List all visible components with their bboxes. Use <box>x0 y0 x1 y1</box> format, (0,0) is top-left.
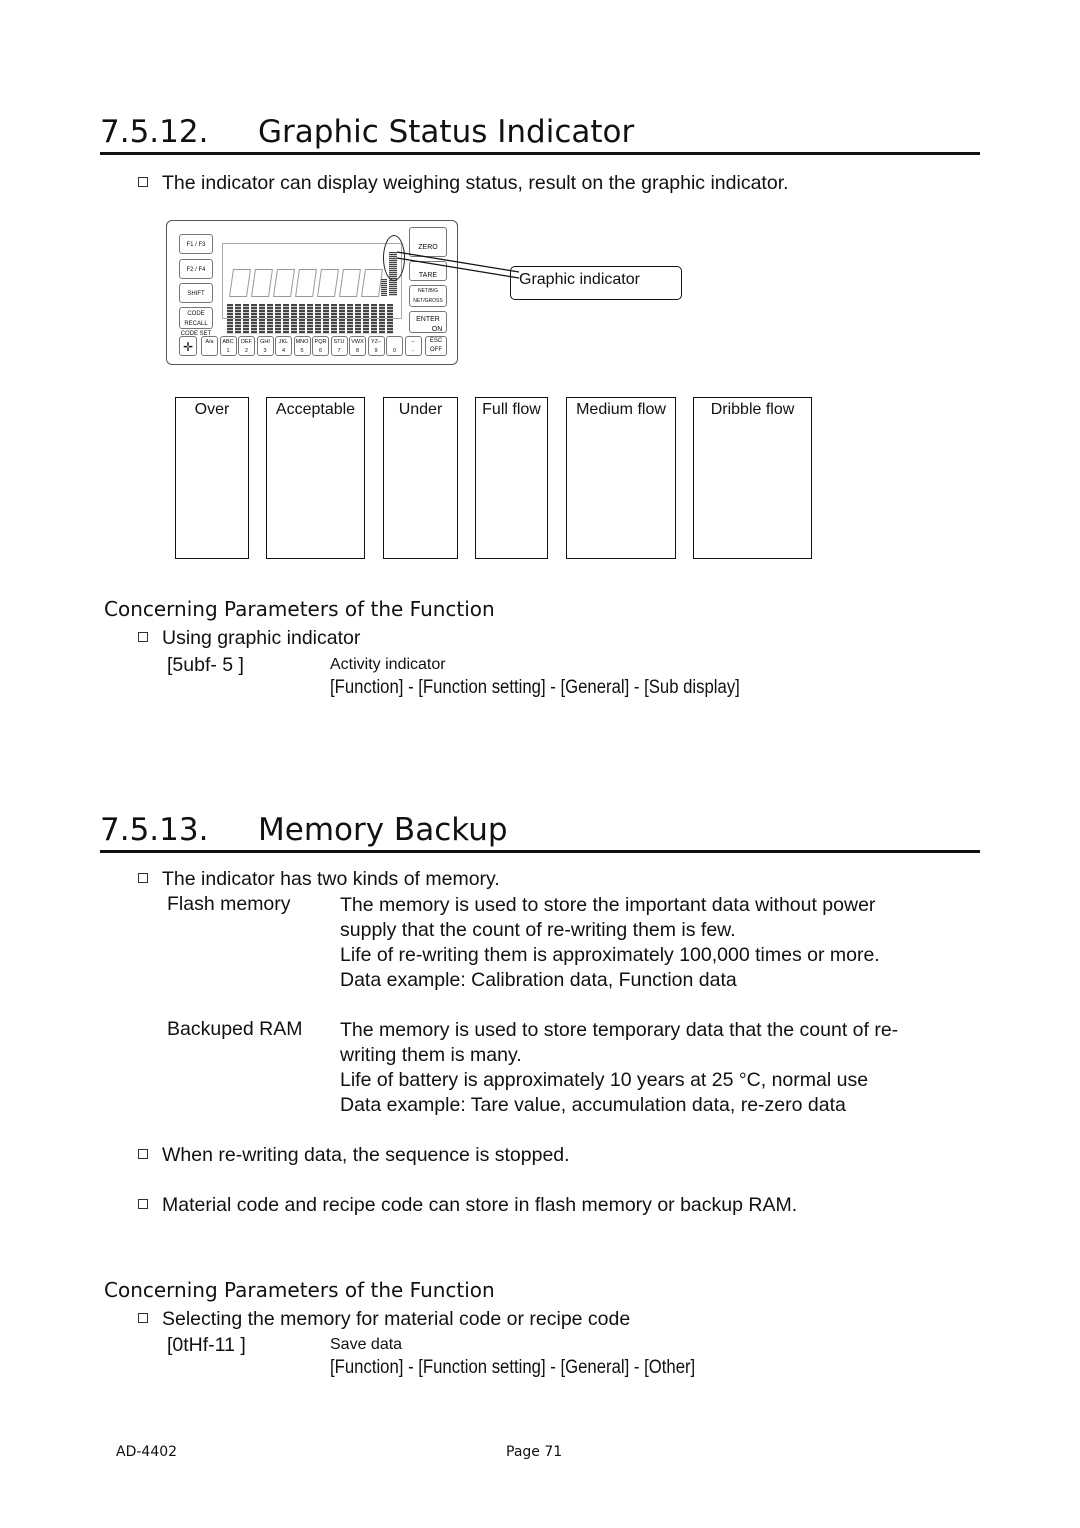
flash-label: Flash memory <box>167 893 291 915</box>
ram-label: Backuped RAM <box>167 1018 303 1040</box>
alpha-key: A/a <box>201 336 218 356</box>
status-box-under: Under <box>383 397 458 559</box>
param-code: [5ubf- 5 ] <box>167 654 244 676</box>
alpha-key: YZ– 9 <box>367 336 385 356</box>
arrow-key-icon: ✛ <box>179 336 197 356</box>
status-box-acceptable: Acceptable <box>266 397 365 559</box>
flash-description: The memory is used to store the importan… <box>340 894 880 991</box>
alpha-key: DEF 2 <box>238 336 255 356</box>
key-enter: ENTER ON <box>409 311 447 333</box>
bullet-icon <box>138 1148 148 1159</box>
ram-description: The memory is used to store temporary da… <box>340 1019 899 1116</box>
alpha-key: JKL 4 <box>275 336 292 356</box>
key-net-gross: NET/B/G NET/GROSS <box>409 285 447 307</box>
section-heading-memory-backup: 7.5.13. Memory Backup <box>100 812 980 853</box>
alpha-key: PQR 6 <box>312 336 329 356</box>
indicator-front-panel: F1 / F3 F2 / F4 SHIFT CODE RECALL CODE SE… <box>166 220 458 365</box>
status-box-full-flow: Full flow <box>475 397 548 559</box>
param-path-2: [Function] - [Function setting] - [Gener… <box>330 1357 696 1378</box>
bullet-icon <box>138 1198 148 1209</box>
bullet-icon <box>138 872 148 883</box>
params-heading: Concerning Parameters of the Function <box>104 597 495 621</box>
lcd-display <box>222 243 402 334</box>
note-material-code: Material code and recipe code can store … <box>138 1194 797 1217</box>
param-name-2: Save data <box>330 1336 403 1353</box>
memory-intro: The indicator has two kinds of memory. <box>138 868 500 891</box>
bullet-icon <box>138 631 148 642</box>
footer-page-number: Page 71 <box>506 1444 563 1460</box>
note-rewriting: When re-writing data, the sequence is st… <box>138 1144 570 1167</box>
alpha-key: MNO 5 <box>293 336 311 356</box>
alpha-key: – - <box>404 336 422 356</box>
param-code-2: [0tHf-11 ] <box>167 1334 246 1356</box>
status-box-dribble-flow: Dribble flow <box>693 397 812 559</box>
param-name: Activity indicator <box>330 656 446 673</box>
callout-line <box>396 251 520 279</box>
alpha-key: ABC 1 <box>219 336 237 356</box>
alpha-key: GHI 3 <box>256 336 274 356</box>
section-heading-graphic-status: 7.5.12. Graphic Status Indicator <box>100 114 980 155</box>
bullet-icon <box>138 176 148 187</box>
alpha-key: VWX 8 <box>349 336 366 356</box>
bullet-icon <box>138 1312 148 1323</box>
params-heading-2: Concerning Parameters of the Function <box>104 1278 495 1302</box>
key-f2: F2 / F4 <box>179 259 213 279</box>
param-item-2: Selecting the memory for material code o… <box>138 1308 630 1331</box>
status-box-medium-flow: Medium flow <box>566 397 676 559</box>
param-item: Using graphic indicator <box>138 627 360 650</box>
intro-text: The indicator can display weighing statu… <box>138 172 789 195</box>
alpha-key: 0 <box>386 336 403 356</box>
graphic-indicator-callout: Graphic indicator <box>510 266 682 300</box>
key-code: CODE RECALL CODE SET <box>179 307 213 337</box>
key-shift: SHIFT <box>179 283 213 303</box>
status-box-over: Over <box>175 397 249 559</box>
footer-model: AD-4402 <box>116 1444 178 1460</box>
alpha-key: STU 7 <box>330 336 348 356</box>
key-f1: F1 / F3 <box>179 234 213 254</box>
param-path: [Function] - [Function setting] - [Gener… <box>330 677 740 698</box>
key-esc: ESC OFF <box>425 336 447 356</box>
manual-page: 7.5.12. Graphic Status Indicator The indi… <box>0 0 1080 1528</box>
